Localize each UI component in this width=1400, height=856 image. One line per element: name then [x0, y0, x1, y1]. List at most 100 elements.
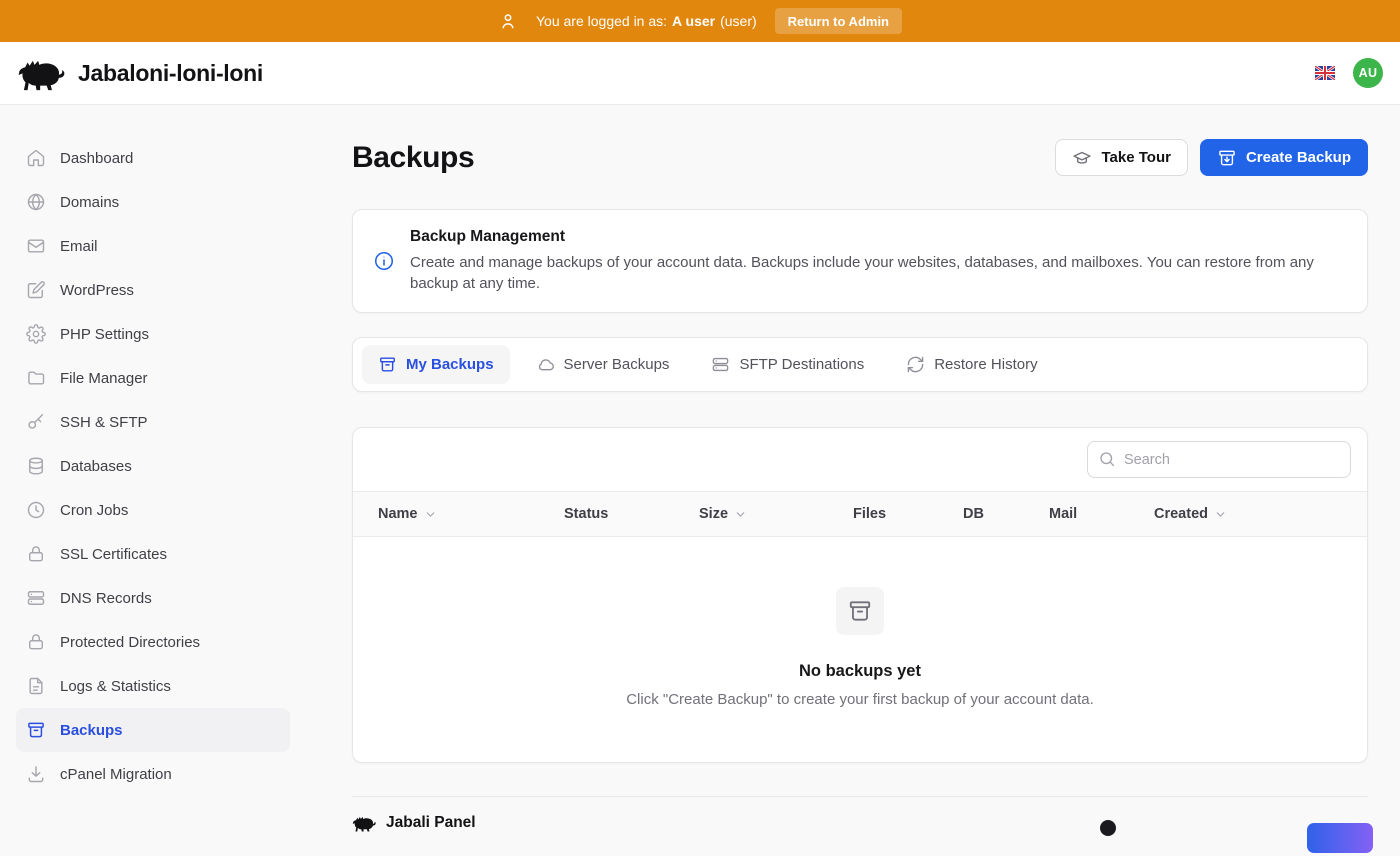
gear-icon — [26, 324, 46, 344]
column-header-created[interactable]: Created — [1154, 506, 1367, 522]
clock-icon — [26, 500, 46, 520]
app-header: Jabaloni-loni-loni AU — [0, 42, 1400, 105]
column-header-db: DB — [963, 506, 1049, 522]
page-footer: Jabali Panel — [352, 796, 1368, 856]
chevron-down-icon — [424, 508, 437, 521]
search-icon — [1098, 450, 1116, 468]
column-label: Mail — [1049, 506, 1077, 522]
tab-label: My Backups — [406, 356, 494, 373]
download-icon — [26, 764, 46, 784]
sidebar-item-domains[interactable]: Domains — [16, 180, 290, 224]
lock-icon — [26, 632, 46, 652]
logged-in-user: A user — [672, 13, 715, 29]
column-label: Status — [564, 506, 608, 522]
archive-icon — [378, 355, 397, 374]
sidebar-item-label: Domains — [60, 194, 119, 211]
sidebar-item-logs-statistics[interactable]: Logs & Statistics — [16, 664, 290, 708]
folder-icon — [26, 368, 46, 388]
impersonation-banner: You are logged in as: A user (user) Retu… — [0, 0, 1400, 42]
column-header-files: Files — [853, 506, 963, 522]
archive-icon — [26, 720, 46, 740]
page-title: Backups — [352, 141, 474, 175]
sidebar-item-dns-records[interactable]: DNS Records — [16, 576, 290, 620]
column-label: Name — [378, 506, 418, 522]
graduation-cap-icon — [1072, 148, 1092, 168]
tab-sftp-destinations[interactable]: SFTP Destinations — [695, 345, 880, 384]
take-tour-label: Take Tour — [1101, 149, 1170, 166]
return-to-admin-button[interactable]: Return to Admin — [775, 8, 902, 34]
info-icon — [373, 250, 395, 272]
key-icon — [26, 412, 46, 432]
sidebar-item-label: SSL Certificates — [60, 546, 167, 563]
sidebar-item-label: Protected Directories — [60, 634, 200, 651]
sidebar-item-protected-directories[interactable]: Protected Directories — [16, 620, 290, 664]
backups-tabs: My Backups Server Backups SFTP Destinati… — [352, 337, 1368, 392]
sidebar-item-label: Dashboard — [60, 150, 133, 167]
tab-my-backups[interactable]: My Backups — [362, 345, 510, 384]
boar-logo-icon — [352, 814, 378, 832]
sidebar-item-label: Email — [60, 238, 98, 255]
column-header-status: Status — [564, 506, 699, 522]
language-flag-icon[interactable] — [1315, 66, 1335, 80]
chevron-down-icon — [1214, 508, 1227, 521]
sidebar-item-cron-jobs[interactable]: Cron Jobs — [16, 488, 290, 532]
user-avatar[interactable]: AU — [1353, 58, 1383, 88]
column-label: Size — [699, 506, 728, 522]
globe-icon — [26, 192, 46, 212]
column-header-size[interactable]: Size — [699, 506, 853, 522]
sidebar-item-ssl-certificates[interactable]: SSL Certificates — [16, 532, 290, 576]
column-label: Created — [1154, 506, 1208, 522]
logged-in-message: You are logged in as: A user (user) — [536, 13, 757, 29]
empty-state-subtitle: Click "Create Backup" to create your fir… — [626, 691, 1094, 708]
tab-label: Restore History — [934, 356, 1037, 373]
sidebar-item-dashboard[interactable]: Dashboard — [16, 136, 290, 180]
sidebar-item-databases[interactable]: Databases — [16, 444, 290, 488]
database-icon — [26, 456, 46, 476]
brand-title: Jabaloni-loni-loni — [78, 60, 263, 87]
column-label: DB — [963, 506, 984, 522]
sidebar-item-label: WordPress — [60, 282, 134, 299]
sidebar-item-label: DNS Records — [60, 590, 152, 607]
refresh-icon — [906, 355, 925, 374]
pen-square-icon — [26, 280, 46, 300]
footer-brand: Jabali Panel — [352, 814, 1368, 832]
cloud-icon — [536, 355, 555, 374]
person-icon — [498, 11, 518, 31]
sidebar-item-label: Cron Jobs — [60, 502, 128, 519]
server-icon — [26, 588, 46, 608]
footer-cta-button[interactable] — [1307, 823, 1373, 853]
file-text-icon — [26, 676, 46, 696]
sidebar-item-label: Backups — [60, 722, 123, 739]
tab-server-backups[interactable]: Server Backups — [520, 345, 686, 384]
sidebar-item-label: Logs & Statistics — [60, 678, 171, 695]
sidebar-item-email[interactable]: Email — [16, 224, 290, 268]
backup-management-info-card: Backup Management Create and manage back… — [352, 209, 1368, 313]
sidebar-item-backups[interactable]: Backups — [16, 708, 290, 752]
sidebar-item-label: Databases — [60, 458, 132, 475]
sidebar-item-label: SSH & SFTP — [60, 414, 148, 431]
sidebar-item-file-manager[interactable]: File Manager — [16, 356, 290, 400]
sidebar-item-php-settings[interactable]: PHP Settings — [16, 312, 290, 356]
column-header-mail: Mail — [1049, 506, 1154, 522]
tab-label: SFTP Destinations — [739, 356, 864, 373]
tab-restore-history[interactable]: Restore History — [890, 345, 1053, 384]
sidebar-item-cpanel-migration[interactable]: cPanel Migration — [16, 752, 290, 796]
tab-label: Server Backups — [564, 356, 670, 373]
home-icon — [26, 148, 46, 168]
archive-down-icon — [1217, 148, 1237, 168]
search-input[interactable] — [1087, 441, 1351, 478]
create-backup-label: Create Backup — [1246, 149, 1351, 166]
boar-logo-icon — [17, 55, 69, 91]
table-header-row: Name Status Size Files DB Mail Created — [353, 491, 1367, 537]
mail-icon — [26, 236, 46, 256]
chevron-down-icon — [734, 508, 747, 521]
github-icon[interactable] — [1100, 820, 1116, 836]
sidebar-item-label: File Manager — [60, 370, 148, 387]
column-header-name[interactable]: Name — [378, 506, 564, 522]
take-tour-button[interactable]: Take Tour — [1055, 139, 1187, 176]
sidebar-item-wordpress[interactable]: WordPress — [16, 268, 290, 312]
sidebar-item-ssh-sftp[interactable]: SSH & SFTP — [16, 400, 290, 444]
backups-table-card: Name Status Size Files DB Mail Created — [352, 427, 1368, 763]
create-backup-button[interactable]: Create Backup — [1200, 139, 1368, 176]
sidebar-nav: Dashboard Domains Email WordPress PHP Se… — [0, 105, 306, 796]
